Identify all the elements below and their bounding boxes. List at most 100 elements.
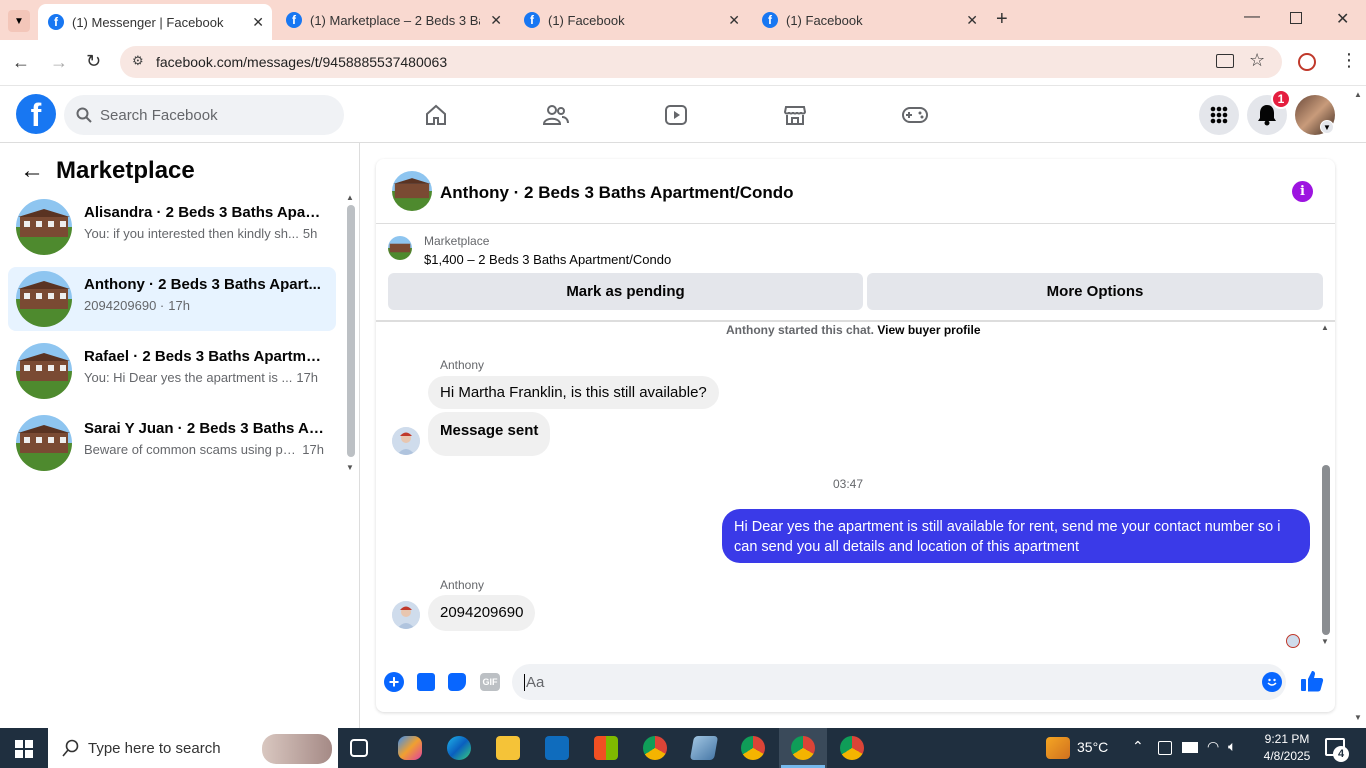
tab-facebook-1[interactable]: f (1) Facebook ✕ — [514, 0, 748, 40]
view-buyer-profile-link[interactable]: View buyer profile — [877, 323, 980, 337]
mark-as-pending-button[interactable]: Mark as pending — [388, 273, 863, 310]
close-tab-icon[interactable]: ✕ — [966, 12, 978, 29]
started-text: Anthony started this chat. — [726, 323, 875, 337]
friends-icon[interactable] — [541, 100, 571, 130]
like-thumb-icon[interactable] — [1300, 669, 1324, 698]
sidebar-scrollbar[interactable] — [347, 205, 355, 457]
conversation-item[interactable]: Rafael · 2 Beds 3 Baths Apartme... You: … — [8, 339, 336, 403]
conversation-preview: 2094209690 · 17h — [84, 298, 324, 313]
gaming-icon[interactable] — [900, 100, 930, 130]
chrome-profile-2-icon[interactable] — [840, 736, 864, 760]
file-explorer-icon[interactable] — [496, 736, 520, 760]
back-arrow-icon[interactable]: ← — [20, 157, 44, 185]
conversation-preview: You: Hi Dear yes the apartment is ... 17… — [84, 370, 324, 385]
taskbar-search-box[interactable]: Type here to search — [48, 728, 338, 768]
facebook-logo-icon[interactable]: f — [16, 94, 56, 134]
store-icon[interactable] — [594, 736, 618, 760]
attach-image-icon[interactable] — [417, 673, 435, 691]
back-icon[interactable]: ← — [12, 52, 30, 73]
info-icon[interactable]: i — [1292, 181, 1313, 202]
bookmark-star-icon[interactable]: ☆ — [1249, 50, 1265, 71]
tab-facebook-2[interactable]: f (1) Facebook ✕ — [752, 0, 986, 40]
search-input[interactable]: Search Facebook — [64, 95, 344, 135]
minimize-icon[interactable]: — — [1244, 8, 1260, 26]
new-tab-icon[interactable]: + — [996, 8, 1008, 31]
url-field[interactable]: ⚙ facebook.com/messages/t/94588855374800… — [120, 46, 1282, 78]
marketplace-icon[interactable] — [780, 100, 810, 130]
maximize-icon[interactable] — [1290, 12, 1302, 24]
reload-icon[interactable]: ↻ — [86, 51, 101, 72]
weather-temp[interactable]: 35°C — [1077, 739, 1108, 755]
seen-avatar — [1286, 634, 1300, 648]
search-icon — [76, 107, 92, 123]
chat-header-title[interactable]: Anthony · 2 Beds 3 Baths Apartment/Condo — [440, 183, 794, 203]
task-view-icon[interactable] — [350, 739, 368, 757]
profile-icon[interactable] — [1298, 53, 1316, 71]
tab-marketplace[interactable]: f (1) Marketplace – 2 Beds 3 Bath ✕ — [276, 0, 510, 40]
chat-header-thumbnail[interactable] — [392, 171, 432, 211]
video-icon[interactable] — [661, 100, 691, 130]
wifi-icon[interactable]: ◠ — [1207, 738, 1219, 755]
chrome-profile-icon[interactable] — [741, 736, 765, 760]
incoming-message[interactable]: Message sent — [428, 412, 551, 456]
emoji-icon[interactable] — [1262, 672, 1282, 692]
menu-grid-button[interactable] — [1199, 95, 1239, 135]
sticker-icon[interactable] — [448, 673, 466, 691]
chrome-active-icon[interactable] — [791, 736, 815, 760]
gif-icon[interactable]: GIF — [480, 673, 500, 691]
battery-icon[interactable] — [1182, 742, 1198, 753]
incoming-message[interactable]: Hi Martha Franklin, is this still availa… — [428, 376, 719, 409]
clock-time[interactable]: 9:21 PM — [1257, 732, 1317, 746]
listing-title[interactable]: $1,400 – 2 Beds 3 Baths Apartment/Condo — [424, 252, 671, 267]
scroll-down-icon[interactable]: ▼ — [346, 463, 354, 472]
chat-scrollbar[interactable] — [1322, 465, 1330, 635]
conversation-item[interactable]: Sarai Y Juan · 2 Beds 3 Baths Ap... Bewa… — [8, 411, 336, 475]
page-scroll-up-icon[interactable]: ▲ — [1354, 90, 1362, 99]
taskbar-search-placeholder: Type here to search — [88, 739, 221, 757]
close-tab-icon[interactable]: ✕ — [490, 12, 502, 29]
listing-label: Marketplace — [424, 234, 490, 248]
windows-start-icon[interactable] — [15, 740, 33, 758]
conversation-time: 17h — [168, 298, 190, 313]
page-scroll-down-icon[interactable]: ▼ — [1354, 713, 1362, 722]
home-icon[interactable] — [421, 100, 451, 130]
copilot-icon[interactable] — [398, 736, 422, 760]
conversation-time: 17h — [302, 442, 324, 457]
listing-thumbnail[interactable] — [388, 236, 412, 260]
conversation-snippet: 2094209690 · — [84, 298, 165, 313]
chat-scroll-down-icon[interactable]: ▼ — [1321, 637, 1329, 646]
message-input[interactable]: Aa — [512, 664, 1286, 700]
tab-search-dropdown-icon[interactable]: ▼ — [8, 10, 30, 32]
browser-menu-icon[interactable]: ⋮ — [1340, 50, 1358, 71]
conversation-item[interactable]: Anthony · 2 Beds 3 Baths Apart... 209420… — [8, 267, 336, 331]
chat-scroll-up-icon[interactable]: ▲ — [1321, 323, 1329, 332]
conversation-item[interactable]: Alisandra · 2 Beds 3 Baths Apart... You:… — [8, 195, 336, 259]
tab-messenger[interactable]: f (1) Messenger | Facebook ✕ — [38, 4, 272, 40]
sender-name: Anthony — [440, 578, 485, 592]
incoming-message[interactable]: 2094209690 — [428, 595, 536, 631]
scroll-up-icon[interactable]: ▲ — [346, 193, 354, 202]
site-info-icon[interactable]: ⚙ — [132, 53, 144, 69]
edge-icon[interactable] — [447, 736, 471, 760]
sender-avatar[interactable] — [392, 427, 420, 455]
close-tab-icon[interactable]: ✕ — [252, 14, 264, 31]
sender-avatar[interactable] — [392, 601, 420, 629]
windows-taskbar: Type here to search 35°C ⌃ ◠ 🔈︎ 9:21 PM … — [0, 728, 1366, 768]
meet-now-icon[interactable] — [1158, 741, 1172, 755]
hidden-icons-chevron-icon[interactable]: ⌃ — [1132, 738, 1144, 755]
close-window-icon[interactable]: ✕ — [1336, 9, 1349, 29]
outlook-icon[interactable] — [545, 736, 569, 760]
chrome-icon[interactable] — [643, 736, 667, 760]
weather-icon[interactable] — [1046, 737, 1070, 759]
more-options-button[interactable]: More Options — [867, 273, 1323, 310]
close-tab-icon[interactable]: ✕ — [728, 12, 740, 29]
account-chevron-icon[interactable]: ▼ — [1320, 120, 1334, 134]
more-actions-icon[interactable]: + — [384, 672, 404, 692]
chat-start-notice: Anthony started this chat. View buyer pr… — [726, 323, 981, 337]
notes-app-icon[interactable] — [689, 736, 719, 760]
install-app-icon[interactable] — [1216, 54, 1234, 68]
clock-date[interactable]: 4/8/2025 — [1257, 749, 1317, 763]
outgoing-message[interactable]: Hi Dear yes the apartment is still avail… — [722, 509, 1310, 563]
forward-icon[interactable]: → — [50, 52, 68, 73]
volume-icon[interactable]: 🔈︎ — [1228, 738, 1236, 755]
